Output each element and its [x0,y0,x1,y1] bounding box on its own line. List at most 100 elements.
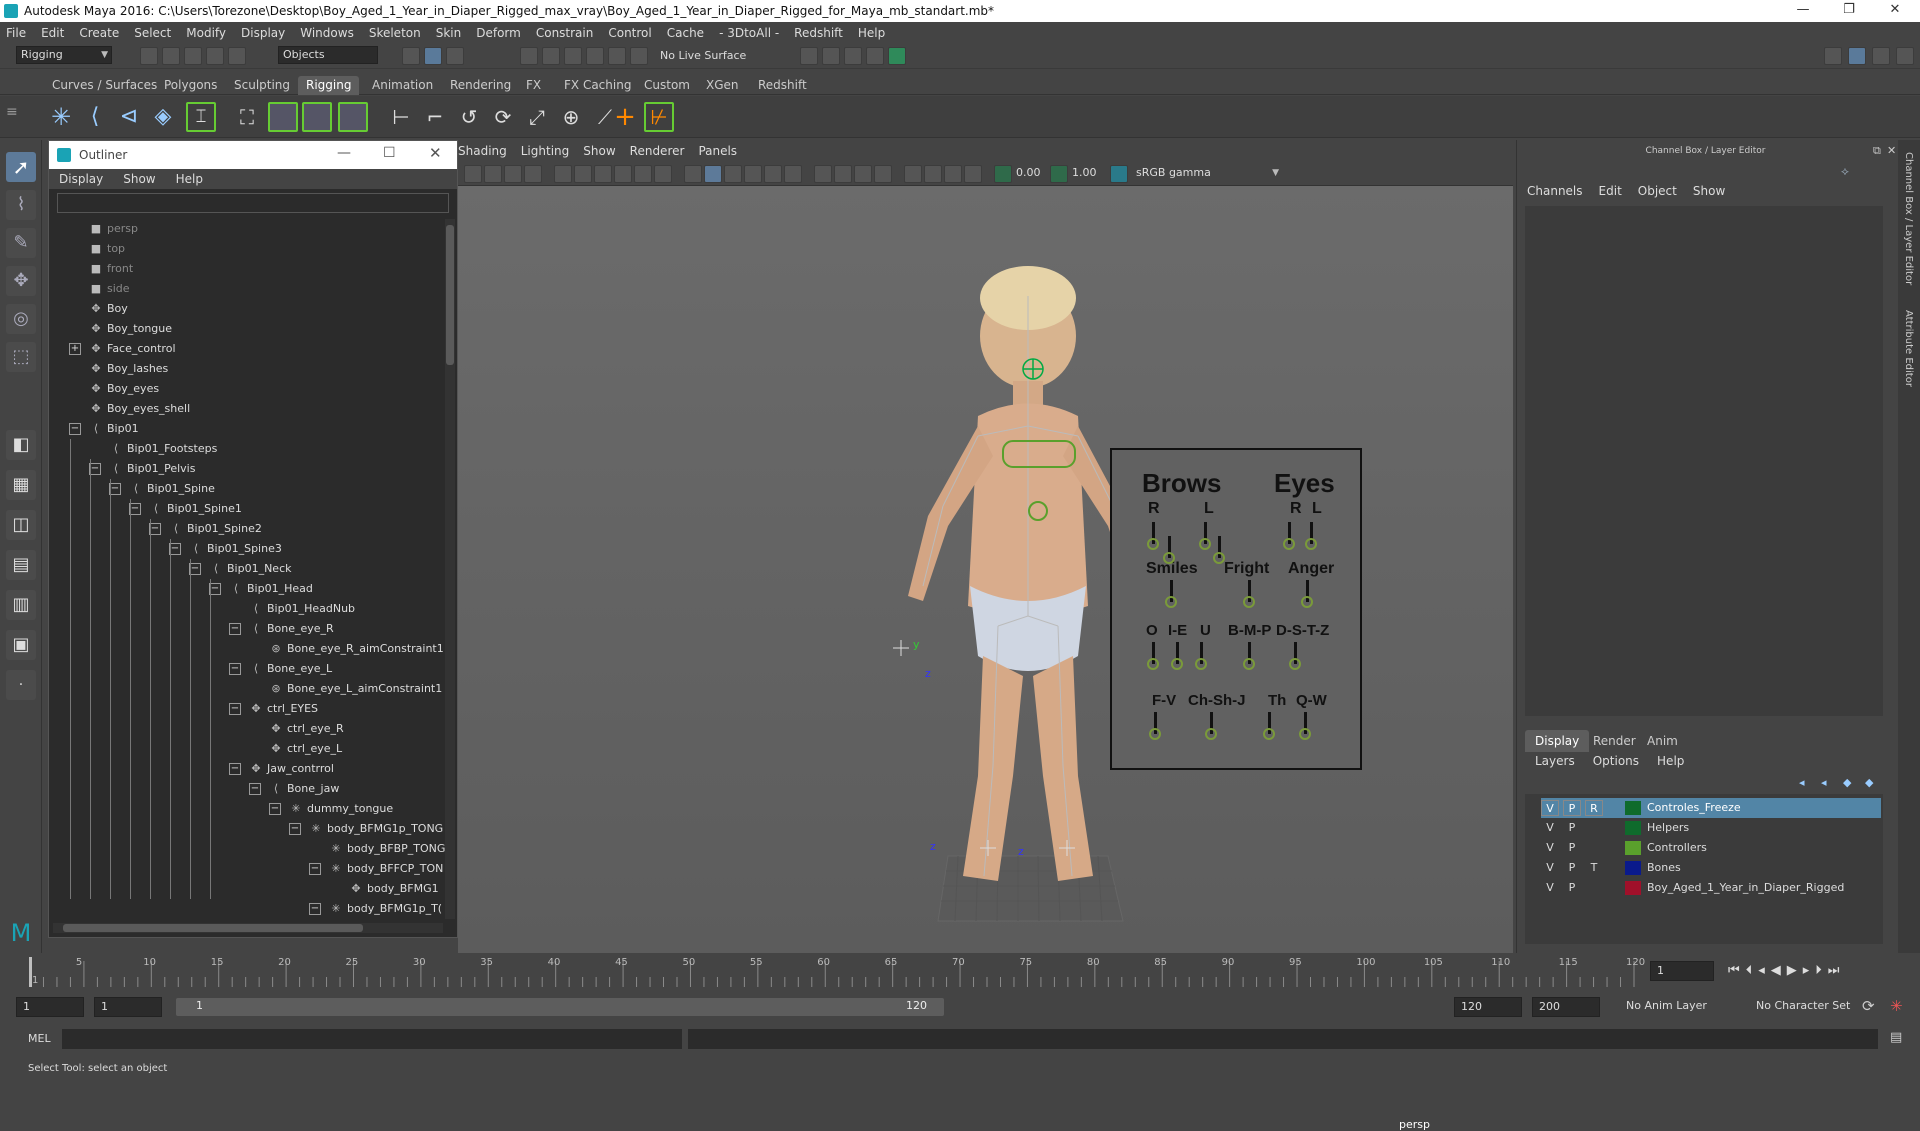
move-layer-up-icon[interactable]: ◂ [1799,776,1805,789]
outliner-item[interactable]: ■ side [89,279,130,299]
attribute-editor-toggle-icon[interactable] [1896,47,1914,65]
xray-joints-icon[interactable] [944,165,962,183]
outliner-item[interactable]: ⟨ Bip01_Spine3 [189,539,282,559]
collapse-icon[interactable]: − [229,663,241,675]
face-control-handle[interactable] [1205,728,1217,740]
aim-constraint-icon[interactable]: ⌐ [420,102,450,132]
scale-tool-icon[interactable]: ⬚ [6,342,36,372]
snap-surface-icon[interactable] [608,47,626,65]
outliner-item[interactable]: ■ top [89,239,125,259]
face-control-handle[interactable] [1263,728,1275,740]
anim-end-field[interactable]: 200 [1532,997,1600,1017]
single-pane-icon[interactable]: ◧ [6,430,36,460]
insert-joint-icon[interactable]: ⟨ [80,102,110,132]
outliner-minimize-button[interactable]: — [337,145,351,161]
motion-blur-icon[interactable] [834,165,852,183]
tab-rendering[interactable]: Rendering [442,76,519,95]
float-panel-icon[interactable]: ⧉ [1873,144,1881,158]
auto-key-icon[interactable]: ⟳ [1862,997,1875,1015]
mirror-joint-icon[interactable]: ⊲ [114,102,144,132]
render-frame-icon[interactable] [822,47,840,65]
camera-attributes-icon[interactable] [484,165,502,183]
tab-anim-layers[interactable]: Anim [1637,730,1688,752]
script-editor-icon[interactable]: ▤ [1890,1030,1902,1045]
outliner-item[interactable]: ✥ Jaw_contrrol [249,759,334,779]
layer-display-type-toggle[interactable] [1585,820,1603,836]
persp-graph-icon[interactable]: ▤ [6,550,36,580]
outliner-item[interactable]: ⟨ Bip01 [89,419,139,439]
layer-visibility-toggle[interactable]: V [1541,840,1559,856]
outliner-item[interactable]: ⟨ Bip01_Spine [129,479,215,499]
tab-polygons[interactable]: Polygons [156,76,225,95]
layer-display-type-toggle[interactable] [1585,880,1603,896]
animation-prefs-icon[interactable]: ✳ [1890,997,1903,1015]
select-tool-icon[interactable]: ➚ [6,152,36,182]
layer-playback-toggle[interactable]: P [1563,840,1581,856]
persp-viewport[interactable]: yz yz zz BrowsEyesRLRLSmilesFrightAngerO… [458,186,1513,1131]
layer-color-swatch[interactable] [1625,861,1641,875]
menu-control[interactable]: Control [608,26,651,40]
time-slider[interactable]: 1 5 10 15 20 25 30 35 40 45 50 55 60 65 70 75 80 85 90 95 10… [0,953,1920,993]
playback-end-field[interactable]: 120 [1454,997,1522,1017]
snap-curve-icon[interactable] [542,47,560,65]
isolate-select-icon[interactable] [904,165,922,183]
display-layer-row[interactable]: V P Boy_Aged_1_Year_in_Diaper_Rigged [1541,878,1881,898]
scroll-thumb[interactable] [63,924,363,932]
panel-menu-panels[interactable]: Panels [698,144,737,158]
outliner-item[interactable]: ■ front [89,259,133,279]
script-language-label[interactable]: MEL [28,1032,51,1045]
new-empty-layer-icon[interactable]: ◆ [1843,776,1851,789]
image-plane-icon[interactable] [524,165,542,183]
restore-button[interactable]: ❐ [1826,0,1872,22]
redo-icon[interactable] [228,47,246,65]
menu-constrain[interactable]: Constrain [536,26,594,40]
layer-menu-options[interactable]: Options [1593,754,1639,768]
snap-edge-icon[interactable] [630,47,648,65]
layout-options-icon[interactable]: · [6,670,36,700]
menu-redshift[interactable]: Redshift [794,26,843,40]
face-control-handle[interactable] [1165,596,1177,608]
workspace-icon[interactable] [1824,47,1842,65]
outliner-horizontal-scrollbar[interactable] [53,923,443,933]
lattice-icon[interactable] [302,102,332,132]
cb-menu-edit[interactable]: Edit [1599,184,1622,198]
outliner-item[interactable]: ⟨ Bip01_Neck [209,559,292,579]
outliner-item[interactable]: ⟨ Bip01_Pelvis [109,459,196,479]
tab-redshift[interactable]: Redshift [750,76,815,95]
render-settings-icon[interactable] [866,47,884,65]
point-constraint-icon[interactable]: ⊢ [386,102,416,132]
outliner-item[interactable]: ✥ body_BFMG1 [349,879,438,899]
menu-modify[interactable]: Modify [186,26,226,40]
parent-constraint-icon[interactable]: ⟳ [488,102,518,132]
layer-visibility-toggle[interactable]: V [1541,820,1559,836]
layer-menu-layers[interactable]: Layers [1535,754,1575,768]
wireframe-on-shaded-icon[interactable] [724,165,742,183]
menu-edit[interactable]: Edit [41,26,64,40]
snap-view-icon[interactable] [586,47,604,65]
outliner-item[interactable]: ⊛ Bone_eye_L_aimConstraint1 [269,679,442,699]
gamma-icon[interactable] [1050,165,1068,183]
xray-icon[interactable] [924,165,942,183]
use-lights-icon[interactable] [764,165,782,183]
tab-fx-caching[interactable]: FX Caching [556,76,639,95]
film-gate-icon[interactable] [574,165,592,183]
ipr-render-icon[interactable] [844,47,862,65]
face-control-handle[interactable] [1283,538,1295,550]
face-control-handle[interactable] [1163,552,1175,564]
new-scene-icon[interactable] [140,47,158,65]
tab-xgen[interactable]: XGen [698,76,747,95]
cb-menu-show[interactable]: Show [1693,184,1725,198]
layer-display-type-toggle[interactable]: R [1585,800,1603,816]
panel-layout-icon[interactable] [1848,47,1866,65]
panel-menu-lighting[interactable]: Lighting [521,144,570,158]
tab-fx[interactable]: FX [518,76,549,95]
display-layer-row[interactable]: V P Helpers [1541,818,1881,838]
textured-icon[interactable] [744,165,762,183]
render-view-icon[interactable] [800,47,818,65]
side-by-side-icon[interactable]: ◫ [6,510,36,540]
panel-menu-show[interactable]: Show [583,144,615,158]
channel-list[interactable] [1525,206,1883,716]
character-set-dropdown[interactable]: No Character Set [1756,999,1850,1012]
outliner-menu-help[interactable]: Help [176,172,203,186]
collapse-icon[interactable]: − [309,903,321,915]
